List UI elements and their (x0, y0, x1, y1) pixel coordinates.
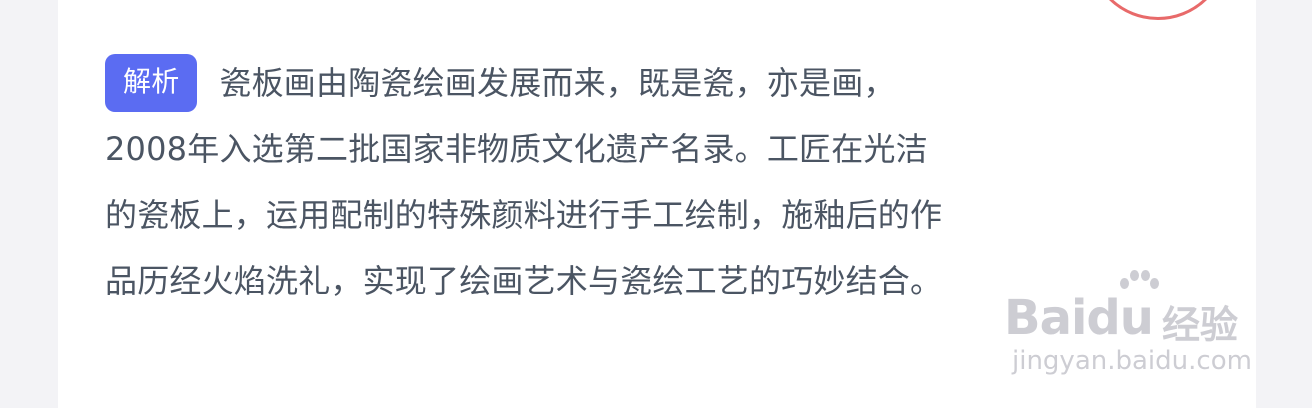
watermark-url: jingyan.baidu.com (1012, 346, 1252, 376)
watermark-brand: 经验 (1162, 303, 1239, 347)
baidu-logo: Baidu (1004, 290, 1154, 346)
analysis-tag: 解析 (105, 54, 198, 112)
analysis-line-3: 的瓷板上，运用配制的特殊颜料进行手工绘制，施釉后的作 (105, 196, 943, 234)
analysis-line-1: 解析 瓷板画由陶瓷绘画发展而来，既是瓷，亦是画， (105, 50, 1205, 116)
analysis-line-text: 瓷板画由陶瓷绘画发展而来，既是瓷，亦是画， (219, 64, 896, 102)
baidu-watermark: Baidu 经验 jingyan.baidu.com (1004, 268, 1252, 388)
analysis-line-2: 2008年入选第二批国家非物质文化遗产名录。工匠在光洁 (105, 130, 928, 168)
